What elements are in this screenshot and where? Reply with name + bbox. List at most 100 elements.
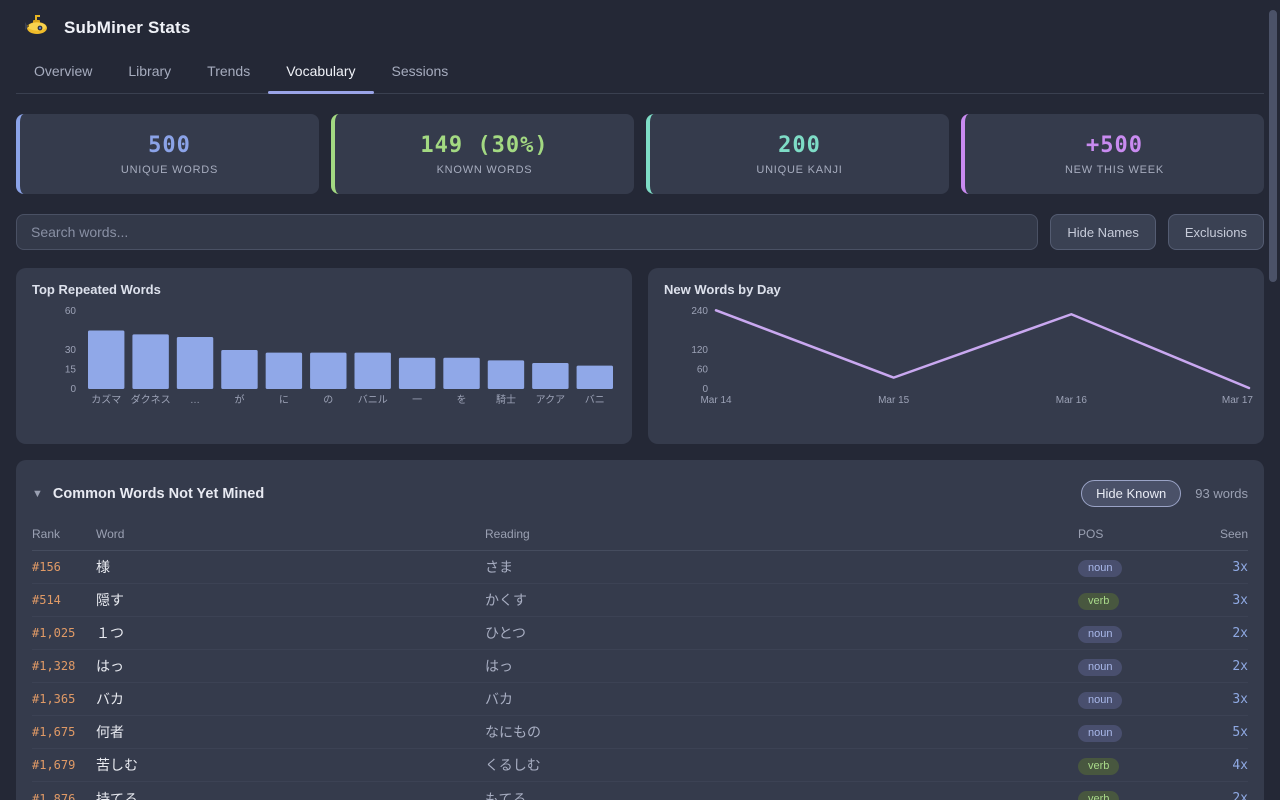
scrollbar <box>1266 0 1280 800</box>
stat-value: +500 <box>1086 133 1143 158</box>
table-row[interactable]: #156 様 さま noun 3x <box>32 551 1248 584</box>
hide-known-button[interactable]: Hide Known <box>1081 480 1181 507</box>
tab-trends[interactable]: Trends <box>189 51 268 93</box>
word-reading: バカ <box>485 689 1078 709</box>
table-row[interactable]: #1,365 バカ バカ noun 3x <box>32 683 1248 716</box>
svg-text:を: を <box>457 394 467 406</box>
svg-text:0: 0 <box>70 384 76 395</box>
chart-title: Top Repeated Words <box>32 282 616 297</box>
word-rank: #1,675 <box>32 725 96 739</box>
stat-card-unique-words: 500 UNIQUE WORDS <box>16 114 319 194</box>
word-text: 隠す <box>96 590 485 610</box>
word-reading: ひとつ <box>485 623 1078 643</box>
pos-badge: noun <box>1078 560 1122 577</box>
chart-title: New Words by Day <box>664 282 1248 297</box>
word-reading: もてる <box>485 789 1078 800</box>
svg-text:カズマ: カズマ <box>91 393 121 406</box>
seen-count: 2x <box>1188 791 1248 800</box>
pos-cell: verb <box>1078 591 1188 610</box>
search-input[interactable] <box>16 214 1038 250</box>
controls-row: Hide Names Exclusions <box>16 214 1264 250</box>
svg-text:Mar 15: Mar 15 <box>878 395 910 406</box>
stat-value: 149 (30%) <box>420 133 548 158</box>
svg-text:240: 240 <box>691 306 708 317</box>
svg-text:15: 15 <box>65 365 77 376</box>
tab-bar: Overview Library Trends Vocabulary Sessi… <box>16 51 1264 94</box>
svg-text:ダクネス: ダクネス <box>131 393 171 406</box>
pos-cell: noun <box>1078 723 1188 742</box>
seen-count: 3x <box>1188 692 1248 707</box>
table-column-headers: Rank Word Reading POS Seen <box>32 521 1248 551</box>
word-rank: #1,025 <box>32 626 96 640</box>
seen-count: 3x <box>1188 593 1248 608</box>
svg-text:120: 120 <box>691 345 708 356</box>
stat-label: KNOWN WORDS <box>437 164 533 176</box>
stat-value: 200 <box>778 133 821 158</box>
pos-cell: noun <box>1078 558 1188 577</box>
word-text: 苦しむ <box>96 755 485 775</box>
bar-chart: 0153060カズマダクネス…がにのバニル一を騎士アクアバニ <box>32 301 612 419</box>
app-header: SubMiner Stats <box>0 0 1280 45</box>
word-reading: なにもの <box>485 722 1078 742</box>
tab-overview[interactable]: Overview <box>16 51 110 93</box>
word-reading: かくす <box>485 590 1078 610</box>
svg-text:60: 60 <box>65 306 77 317</box>
word-reading: さま <box>485 557 1078 577</box>
line-chart: 060120240Mar 14Mar 15Mar 16Mar 17 <box>664 301 1244 419</box>
word-text: １つ <box>96 623 485 643</box>
svg-text:バニル: バニル <box>358 394 388 406</box>
table-row[interactable]: #514 隠す かくす verb 3x <box>32 584 1248 617</box>
word-text: 何者 <box>96 722 485 742</box>
col-header-pos: POS <box>1078 527 1188 541</box>
submarine-logo-icon <box>24 14 50 41</box>
hide-names-button[interactable]: Hide Names <box>1050 214 1156 250</box>
collapse-toggle-icon[interactable]: ▼ <box>32 488 43 500</box>
table-row[interactable]: #1,328 はっ はっ noun 2x <box>32 650 1248 683</box>
tab-sessions[interactable]: Sessions <box>374 51 467 93</box>
col-header-seen: Seen <box>1188 527 1248 541</box>
col-header-reading: Reading <box>485 527 1078 541</box>
svg-text:アクア: アクア <box>536 394 566 406</box>
svg-text:騎士: 騎士 <box>496 393 516 406</box>
table-row[interactable]: #1,675 何者 なにもの noun 5x <box>32 716 1248 749</box>
svg-text:に: に <box>279 394 289 406</box>
seen-count: 3x <box>1188 560 1248 575</box>
svg-text:バニ: バニ <box>585 394 605 406</box>
pos-badge: noun <box>1078 626 1122 643</box>
stat-label: UNIQUE KANJI <box>756 164 842 176</box>
pos-badge: noun <box>1078 659 1122 676</box>
pos-badge: noun <box>1078 692 1122 709</box>
stat-label: NEW THIS WEEK <box>1065 164 1164 176</box>
exclusions-button[interactable]: Exclusions <box>1168 214 1264 250</box>
word-text: 持てる <box>96 789 485 800</box>
tab-library[interactable]: Library <box>110 51 189 93</box>
word-rank: #1,679 <box>32 758 96 772</box>
pos-cell: noun <box>1078 657 1188 676</box>
col-header-word: Word <box>96 527 485 541</box>
stats-row: 500 UNIQUE WORDS 149 (30%) KNOWN WORDS 2… <box>16 114 1264 194</box>
charts-row: Top Repeated Words 0153060カズマダクネス…がにのバニル… <box>16 268 1264 444</box>
svg-text:0: 0 <box>702 384 708 395</box>
table-body: #156 様 さま noun 3x #514 隠す かくす verb 3x #1… <box>32 551 1248 800</box>
stat-value: 500 <box>148 133 191 158</box>
word-rank: #156 <box>32 560 96 574</box>
scrollbar-thumb[interactable] <box>1269 10 1277 282</box>
seen-count: 2x <box>1188 626 1248 641</box>
pos-cell: noun <box>1078 624 1188 643</box>
word-rank: #1,365 <box>32 692 96 706</box>
pos-badge: verb <box>1078 791 1119 800</box>
seen-count: 2x <box>1188 659 1248 674</box>
word-rank: #1,328 <box>32 659 96 673</box>
col-header-rank: Rank <box>32 527 96 541</box>
table-row[interactable]: #1,876 持てる もてる verb 2x <box>32 782 1248 800</box>
word-text: はっ <box>96 656 485 676</box>
bar-chart-card: Top Repeated Words 0153060カズマダクネス…がにのバニル… <box>16 268 632 444</box>
page-title: SubMiner Stats <box>64 18 191 38</box>
table-row[interactable]: #1,025 １つ ひとつ noun 2x <box>32 617 1248 650</box>
seen-count: 4x <box>1188 758 1248 773</box>
stat-label: UNIQUE WORDS <box>121 164 218 176</box>
tab-vocabulary[interactable]: Vocabulary <box>268 51 373 93</box>
table-row[interactable]: #1,679 苦しむ くるしむ verb 4x <box>32 749 1248 782</box>
pos-cell: verb <box>1078 789 1188 800</box>
svg-text:Mar 14: Mar 14 <box>700 395 732 406</box>
